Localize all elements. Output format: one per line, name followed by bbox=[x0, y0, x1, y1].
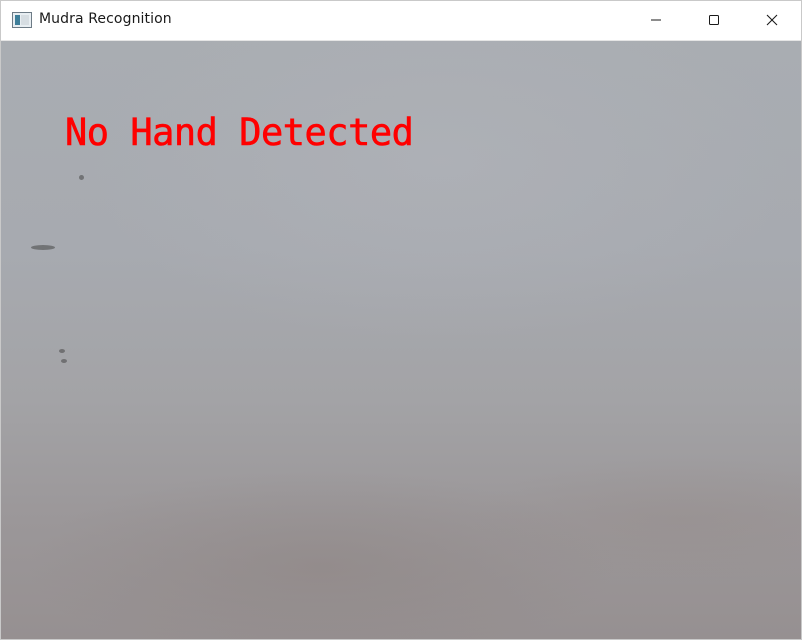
image-speck bbox=[79, 175, 84, 180]
close-icon bbox=[766, 11, 778, 30]
detection-status-text: No Hand Detected bbox=[65, 111, 415, 155]
minimize-icon bbox=[650, 11, 662, 30]
close-button[interactable] bbox=[743, 1, 801, 40]
window-title: Mudra Recognition bbox=[39, 11, 172, 27]
title-bar[interactable]: Mudra Recognition bbox=[1, 1, 801, 41]
minimize-button[interactable] bbox=[627, 1, 685, 40]
maximize-button[interactable] bbox=[685, 1, 743, 40]
image-speck bbox=[31, 245, 55, 250]
image-speck bbox=[59, 349, 65, 353]
image-speck bbox=[61, 359, 67, 363]
camera-feed: No Hand Detected bbox=[1, 41, 801, 639]
app-window-icon bbox=[12, 12, 32, 28]
maximize-icon bbox=[708, 11, 720, 30]
app-window: Mudra Recognition No Hand Detected bbox=[0, 0, 802, 640]
